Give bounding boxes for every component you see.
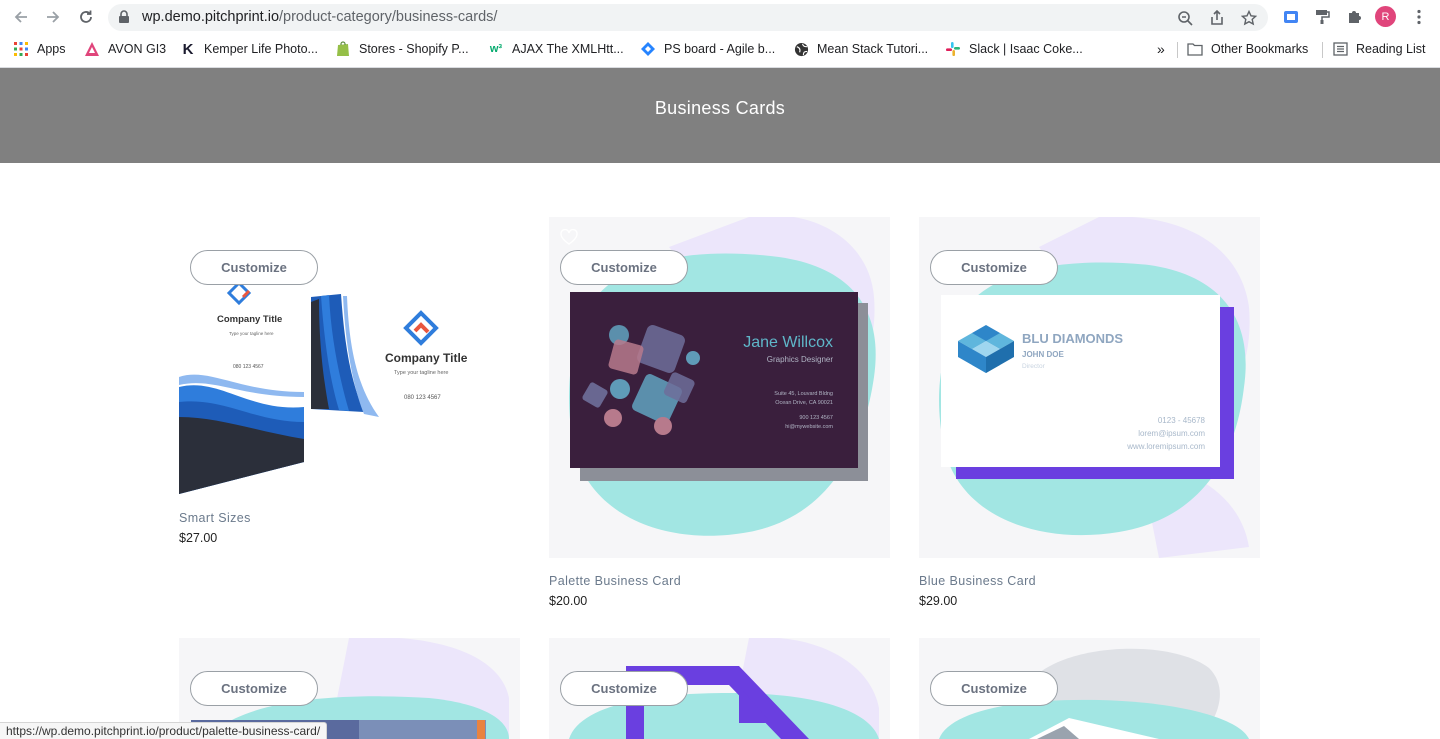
- wishlist-heart-icon[interactable]: [560, 228, 578, 250]
- puzzle-icon: [1349, 11, 1361, 23]
- extension-button-2[interactable]: [1313, 8, 1331, 26]
- smart-left-company: Company Title: [217, 314, 282, 325]
- reading-list-label: Reading List: [1356, 42, 1426, 56]
- blue-card-email: lorem@ipsum.com: [1138, 429, 1205, 438]
- bookmark-label: Stores - Shopify P...: [359, 42, 469, 56]
- bookmark-label: Apps: [37, 42, 66, 56]
- bookmarks-bar: Apps AVON GI3 K Kemper Life Photo... Sto…: [0, 36, 1440, 62]
- product-name[interactable]: Blue Business Card: [919, 574, 1036, 588]
- bookmark-label: Kemper Life Photo...: [204, 42, 318, 56]
- browser-menu-button[interactable]: [1410, 8, 1428, 26]
- customize-button[interactable]: Customize: [560, 671, 688, 706]
- category-hero-banner: Business Cards: [0, 68, 1440, 163]
- product-price: $20.00: [549, 594, 588, 608]
- folder-icon: [1187, 41, 1203, 57]
- lock-icon: [119, 10, 129, 23]
- shopify-icon: [335, 41, 351, 57]
- slack-icon: [945, 41, 961, 57]
- reload-button[interactable]: [75, 6, 97, 28]
- reading-list-button[interactable]: Reading List: [1332, 39, 1426, 59]
- star-icon: [1241, 10, 1257, 26]
- extension-blue-icon: [1284, 11, 1298, 23]
- customize-button[interactable]: Customize: [190, 250, 318, 285]
- bookmark-avon[interactable]: AVON GI3: [84, 39, 166, 59]
- customize-button[interactable]: Customize: [930, 671, 1058, 706]
- customize-button[interactable]: Customize: [930, 250, 1058, 285]
- reading-list-icon: [1332, 41, 1348, 57]
- bookmark-mean-stack[interactable]: Mean Stack Tutori...: [793, 39, 928, 59]
- reload-icon: [80, 10, 92, 23]
- bookmark-kemper[interactable]: K Kemper Life Photo...: [180, 39, 318, 59]
- customize-button[interactable]: Customize: [190, 671, 318, 706]
- smart-left-tagline: Type your tagline here: [229, 331, 274, 336]
- other-bookmarks-label: Other Bookmarks: [1211, 42, 1309, 56]
- extension-button-1[interactable]: [1282, 8, 1300, 26]
- palette-card-role: Graphics Designer: [767, 355, 834, 364]
- bookmark-label: AVON GI3: [108, 42, 167, 56]
- smart-right-phone: 080 123 4567: [404, 395, 441, 401]
- product-price: $29.00: [919, 594, 958, 608]
- address-bar[interactable]: wp.demo.pitchprint.io/product-category/b…: [108, 4, 1268, 31]
- bookmark-shopify[interactable]: Stores - Shopify P...: [335, 39, 469, 59]
- extensions-menu-button[interactable]: [1345, 8, 1363, 26]
- paint-roller-icon: [1316, 10, 1330, 24]
- profile-avatar[interactable]: R: [1375, 6, 1396, 27]
- bookmarks-divider: [1177, 42, 1178, 58]
- blue-card-phone: 0123 - 45678: [1158, 416, 1206, 425]
- bookmark-label: AJAX The XMLHtt...: [512, 42, 624, 56]
- palette-card-address-2: Ocean Drive, CA 90021: [775, 400, 833, 406]
- customize-button[interactable]: Customize: [560, 250, 688, 285]
- palette-card-phone: 900 123 4567: [799, 415, 833, 421]
- forward-button[interactable]: [42, 6, 64, 28]
- jira-icon: [640, 41, 656, 57]
- smart-right-tagline: Type your tagline here: [394, 370, 448, 376]
- arrow-left-icon: [14, 11, 27, 23]
- url-host: wp.demo.pitchprint.io: [142, 9, 280, 25]
- blue-card-role: Director: [1022, 363, 1046, 370]
- blue-card-name: JOHN DOE: [1022, 350, 1064, 359]
- smart-right-company: Company Title: [385, 351, 468, 365]
- avon-icon: [84, 41, 100, 57]
- bookmark-apps[interactable]: Apps: [13, 39, 66, 59]
- bookmark-label: PS board - Agile b...: [664, 42, 776, 56]
- bookmarks-overflow-button[interactable]: »: [1157, 39, 1165, 59]
- bookmark-jira[interactable]: PS board - Agile b...: [640, 39, 775, 59]
- w3-icon: w³: [489, 43, 503, 55]
- product-name[interactable]: Smart Sizes: [179, 511, 251, 525]
- arrow-right-icon: [47, 11, 60, 23]
- page-title: Business Cards: [654, 98, 786, 118]
- bookmark-star-button[interactable]: [1240, 9, 1258, 27]
- url-text[interactable]: wp.demo.pitchprint.io/product-category/b…: [142, 9, 497, 25]
- bookmark-slack[interactable]: Slack | Isaac Coke...: [945, 39, 1083, 59]
- bookmark-w3[interactable]: w³ AJAX The XMLHtt...: [488, 39, 624, 59]
- magnifier-icon: [1178, 11, 1193, 26]
- back-button[interactable]: [10, 6, 32, 28]
- bookmark-label: Mean Stack Tutori...: [817, 42, 929, 56]
- kebab-menu-icon: [1417, 9, 1421, 25]
- link-status-bar: https://wp.demo.pitchprint.io/product/pa…: [0, 722, 328, 739]
- browser-toolbar: wp.demo.pitchprint.io/product-category/b…: [0, 0, 1440, 68]
- apps-grid-icon: [13, 41, 29, 57]
- kemper-icon: K: [182, 40, 194, 58]
- blue-card-web: www.loremipsum.com: [1126, 442, 1205, 451]
- palette-card-address-1: Suite 45, Louvard Bldng: [774, 391, 833, 397]
- share-icon: [1211, 10, 1223, 25]
- url-path: /product-category/business-cards/: [279, 9, 498, 25]
- palette-card-name: Jane Willcox: [743, 334, 833, 351]
- smart-left-phone: 080 123 4567: [233, 364, 264, 370]
- product-price: $27.00: [179, 531, 218, 545]
- bookmark-label: Slack | Isaac Coke...: [969, 42, 1083, 56]
- share-button[interactable]: [1208, 9, 1226, 27]
- palette-card-web: hi@mywebsite.com: [785, 424, 833, 430]
- blue-card-company: BLU DIAMONDS: [1022, 331, 1123, 346]
- other-bookmarks-folder[interactable]: Other Bookmarks: [1187, 39, 1308, 59]
- product-name[interactable]: Palette Business Card: [549, 574, 681, 588]
- zoom-button[interactable]: [1176, 9, 1194, 27]
- globe-icon: [793, 41, 809, 57]
- bookmarks-divider-2: [1322, 42, 1323, 58]
- navigation-row: wp.demo.pitchprint.io/product-category/b…: [0, 0, 1440, 34]
